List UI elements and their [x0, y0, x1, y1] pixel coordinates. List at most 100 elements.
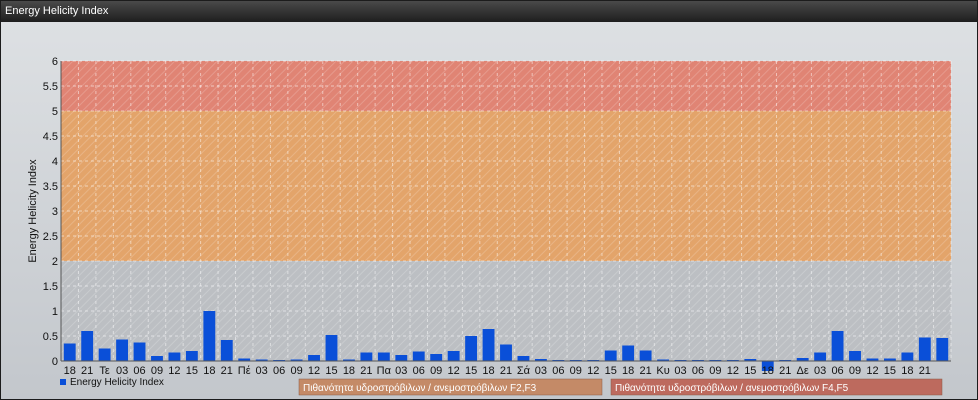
chart-area: 0 0.5 1 1.5 2 2.5 3 3.5 4 4.5 5 5.5 6 18 21 Τε 03 06 09 12 1… — [1, 22, 977, 399]
y-tick-label: 2 — [52, 256, 58, 268]
bar — [203, 311, 216, 361]
bar — [116, 339, 129, 361]
x-tick-label: Τε — [99, 365, 110, 377]
x-tick-label: Δε — [797, 365, 809, 377]
legend-swatch-series — [60, 379, 66, 385]
x-tick-label: 12 — [168, 365, 180, 377]
y-tick-label: 0 — [52, 356, 58, 368]
x-tick-label: 09 — [430, 365, 442, 377]
bar — [185, 351, 198, 361]
x-tick-label: Σά — [517, 365, 531, 377]
x-tick-label: 03 — [116, 365, 128, 377]
x-tick-label: 21 — [500, 365, 512, 377]
energy-helicity-chart: 0 0.5 1 1.5 2 2.5 3 3.5 4 4.5 5 5.5 6 18 21 Τε 03 06 09 12 1… — [27, 56, 952, 396]
x-tick-label: 09 — [709, 365, 721, 377]
bar — [325, 335, 338, 361]
bar — [849, 351, 861, 361]
bar — [465, 336, 478, 361]
x-tick-label: 21 — [639, 365, 651, 377]
x-tick-label: 12 — [866, 365, 878, 377]
x-tick-label: 06 — [831, 365, 843, 377]
x-tick-label: 18 — [64, 365, 76, 377]
x-tick-label: 15 — [186, 365, 198, 377]
bar — [482, 329, 495, 361]
x-tick-label: 03 — [535, 365, 547, 377]
bar — [936, 338, 949, 361]
x-tick-label: 21 — [81, 365, 93, 377]
y-tick-label: 5.5 — [43, 81, 58, 93]
bar — [168, 352, 181, 361]
x-tick-label: 15 — [325, 365, 337, 377]
x-tick-label: 21 — [779, 365, 791, 377]
bar — [395, 355, 408, 361]
bar — [360, 352, 373, 361]
y-axis-label: Energy Helicity Index — [27, 159, 39, 263]
y-tick-label: 3.5 — [43, 181, 58, 193]
window-title: Energy Helicity Index — [1, 1, 977, 22]
chart-window: Energy Helicity Index 0 0.5 1 1.5 2 2.5 3 3.5 4 4… — [0, 0, 978, 400]
x-tick-label: 09 — [151, 365, 163, 377]
bar — [151, 356, 163, 361]
bar — [308, 355, 320, 361]
x-tick-label: 12 — [308, 365, 320, 377]
bar — [831, 331, 844, 361]
x-tick-label: 21 — [919, 365, 931, 377]
bar — [63, 343, 76, 361]
x-tick-label: 09 — [570, 365, 582, 377]
x-tick-label: 09 — [849, 365, 861, 377]
x-tick-label: 15 — [744, 365, 756, 377]
x-tick-label: 21 — [360, 365, 372, 377]
x-tick-label: 12 — [727, 365, 739, 377]
x-tick-label: 18 — [622, 365, 634, 377]
bar — [412, 351, 425, 361]
bar — [377, 352, 390, 361]
x-tick-label: 15 — [465, 365, 477, 377]
y-tick-label: 1 — [52, 306, 58, 318]
x-tick-label: 03 — [395, 365, 407, 377]
y-tick-label: 4 — [52, 156, 58, 168]
legend-label-series: Energy Helicity Index — [70, 377, 164, 388]
bar — [133, 342, 146, 361]
bar — [622, 345, 635, 361]
x-tick-label: 03 — [256, 365, 268, 377]
bar — [639, 350, 652, 361]
bar — [604, 350, 617, 361]
bar — [500, 344, 512, 361]
bar — [447, 351, 460, 361]
bar — [814, 352, 827, 361]
x-tick-label: Πέ — [238, 365, 251, 377]
y-tick-label: 4.5 — [43, 131, 58, 143]
y-tick-label: 0.5 — [43, 331, 58, 343]
y-tick-label: 1.5 — [43, 281, 58, 293]
x-tick-label: 18 — [762, 365, 774, 377]
x-tick-label: 18 — [482, 365, 494, 377]
bar — [901, 352, 914, 361]
x-tick-label: 06 — [692, 365, 704, 377]
x-tick-label: 12 — [587, 365, 599, 377]
bar — [81, 331, 94, 361]
legend-label-band-2: Πιθανότητα υδροστρόβιλων / ανεμοστρόβιλω… — [615, 382, 849, 394]
x-tick-label: 06 — [133, 365, 145, 377]
x-tick-label: 06 — [552, 365, 564, 377]
bar — [918, 337, 931, 361]
x-tick-label: 03 — [674, 365, 686, 377]
x-tick-label: 18 — [203, 365, 215, 377]
x-tick-label: 18 — [901, 365, 913, 377]
bar — [220, 340, 233, 361]
x-tick-label: 15 — [884, 365, 896, 377]
x-tick-label: Κυ — [656, 365, 669, 377]
x-tick-label: 06 — [413, 365, 425, 377]
bar — [430, 354, 443, 361]
x-tick-label: Πα — [377, 365, 392, 377]
x-tick-label: 03 — [814, 365, 826, 377]
x-tick-label: 15 — [605, 365, 617, 377]
y-tick-label: 6 — [52, 56, 58, 68]
y-tick-label: 5 — [52, 106, 58, 118]
x-tick-label: 12 — [448, 365, 460, 377]
y-tick-label: 2.5 — [43, 231, 58, 243]
x-tick-label: 06 — [273, 365, 285, 377]
y-tick-label: 3 — [52, 206, 58, 218]
bar — [98, 348, 111, 361]
legend-label-band-1: Πιθανότητα υδροστρόβιλων / ανεμοστρόβιλω… — [303, 382, 537, 394]
x-tick-label: 18 — [343, 365, 355, 377]
